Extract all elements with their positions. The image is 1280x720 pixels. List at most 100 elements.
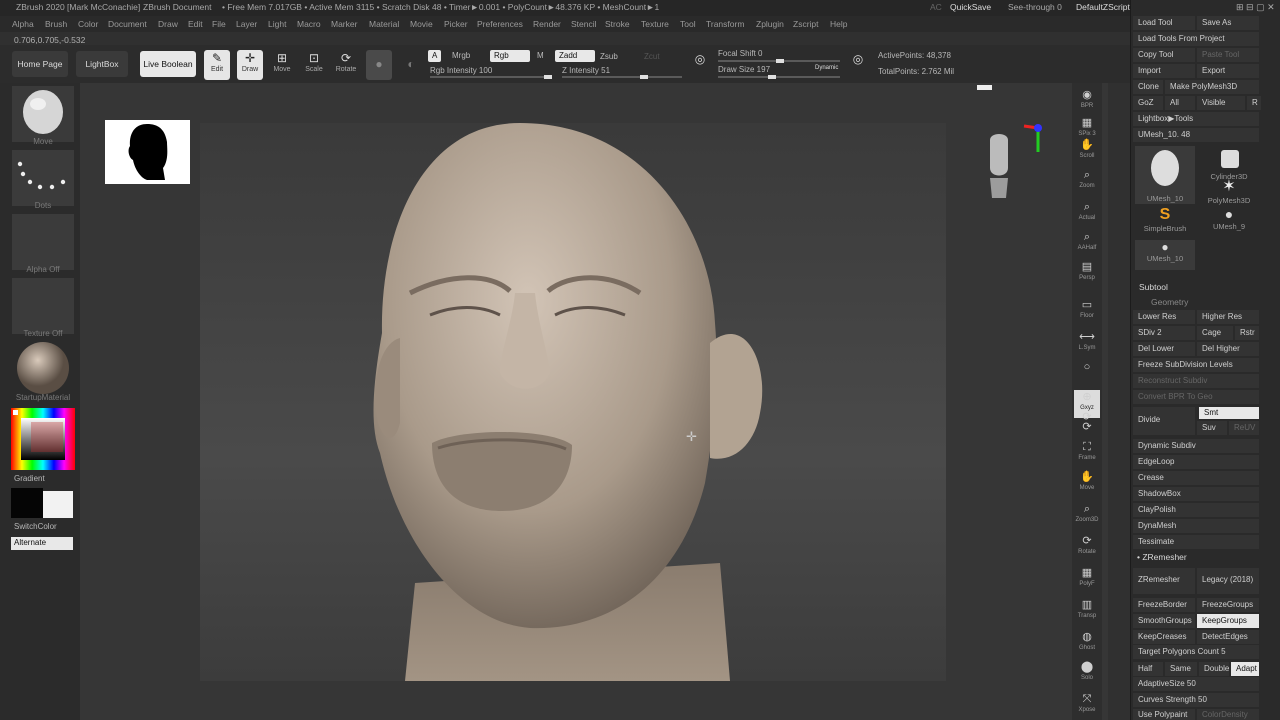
menu-material[interactable]: Material <box>369 19 399 29</box>
adaptive-size-slider[interactable]: AdaptiveSize 50 <box>1133 677 1259 691</box>
menu-render[interactable]: Render <box>533 19 561 29</box>
zadd-toggle[interactable]: Zadd <box>555 50 595 62</box>
quicksave-button[interactable]: QuickSave <box>950 2 991 12</box>
convert-bpr-button[interactable]: Convert BPR To Geo <box>1133 390 1259 404</box>
shelf-persp-button[interactable]: ▤ Persp <box>1074 260 1100 288</box>
draw-size-slider[interactable] <box>718 75 840 79</box>
zremesher-header[interactable]: • ZRemesher <box>1137 552 1187 562</box>
save-as-button[interactable]: Save As <box>1197 16 1259 30</box>
export-button[interactable]: Export <box>1197 64 1259 78</box>
subtool-header[interactable]: Subtool <box>1139 282 1168 292</box>
menu-brush[interactable]: Brush <box>45 19 67 29</box>
menu-alpha[interactable]: Alpha <box>12 19 34 29</box>
higher-res-button[interactable]: Higher Res <box>1197 310 1259 324</box>
legacy-button[interactable]: Legacy (2018) <box>1197 568 1259 594</box>
adapt-toggle[interactable]: Adapt <box>1231 662 1259 676</box>
slider-handle[interactable] <box>768 75 776 79</box>
menu-preferences[interactable]: Preferences <box>477 19 523 29</box>
menu-stroke[interactable]: Stroke <box>605 19 630 29</box>
keepcreases-toggle[interactable]: KeepCreases <box>1133 630 1195 644</box>
copy-tool-button[interactable]: Copy Tool <box>1133 48 1195 62</box>
all-button[interactable]: All <box>1165 96 1195 110</box>
double-button[interactable]: Double <box>1199 662 1229 676</box>
home-page-button[interactable]: Home Page <box>12 51 68 77</box>
tool-thumb-umesh10-small[interactable]: ● UMesh_10 <box>1135 240 1195 270</box>
edgeloop-section[interactable]: EdgeLoop <box>1133 455 1259 469</box>
menu-marker[interactable]: Marker <box>331 19 357 29</box>
orientation-gizmo[interactable] <box>978 118 1048 202</box>
import-button[interactable]: Import <box>1133 64 1195 78</box>
keepgroups-toggle[interactable]: KeepGroups <box>1197 614 1259 628</box>
slider-handle[interactable] <box>776 59 784 63</box>
a-toggle[interactable]: A <box>428 50 442 62</box>
clone-button[interactable]: Clone <box>1133 80 1163 94</box>
rgb-intensity-slider[interactable] <box>430 75 552 79</box>
menu-picker[interactable]: Picker <box>444 19 468 29</box>
draw-button[interactable]: ✛ Draw <box>237 50 263 80</box>
freeze-subdiv-button[interactable]: Freeze SubDivision Levels <box>1133 358 1259 372</box>
m-toggle[interactable]: M <box>533 50 548 62</box>
live-boolean-button[interactable]: Live Boolean <box>140 51 196 77</box>
crease-section[interactable]: Crease <box>1133 471 1259 485</box>
cage-button[interactable]: Cage <box>1197 326 1233 340</box>
shelf-aahalf-button[interactable]: ⌕ AAHalf <box>1074 230 1100 258</box>
tessimate-section[interactable]: Tessimate <box>1133 535 1259 549</box>
shelf-floor-button[interactable]: ▭ Floor <box>1074 298 1100 326</box>
menu-layer[interactable]: Layer <box>236 19 257 29</box>
reuv-button[interactable]: ReUV <box>1229 421 1259 435</box>
slider-handle[interactable] <box>544 75 552 79</box>
menu-help[interactable]: Help <box>830 19 847 29</box>
dynamesh-section[interactable]: DynaMesh <box>1133 519 1259 533</box>
target-polygons-slider[interactable]: Target Polygons Count 5 <box>1133 645 1259 659</box>
sdiv-slider[interactable]: SDiv 2 <box>1133 326 1195 340</box>
menu-tool[interactable]: Tool <box>680 19 696 29</box>
shelf-polyf-button[interactable]: ▦ PolyF <box>1074 566 1100 594</box>
menu-zscript[interactable]: Zscript <box>793 19 819 29</box>
reconstruct-subdiv-button[interactable]: Reconstruct Subdiv <box>1133 374 1259 388</box>
visible-button[interactable]: Visible <box>1197 96 1245 110</box>
focal-shift-slider[interactable] <box>718 59 840 63</box>
head-sculpt[interactable] <box>200 123 946 681</box>
lightbox-button[interactable]: LightBox <box>76 51 128 77</box>
shelf-zoom-button[interactable]: ⌕ Zoom <box>1074 168 1100 196</box>
geometry-header[interactable]: Geometry <box>1151 297 1188 307</box>
shelf-xpose-button[interactable]: ⤧ Xpose <box>1074 692 1100 720</box>
texture-selector[interactable] <box>12 278 74 334</box>
zremesher-button[interactable]: ZRemesher <box>1133 568 1195 594</box>
rstr-button[interactable]: Rstr <box>1235 326 1259 340</box>
menu-zplugin[interactable]: Zplugin <box>756 19 784 29</box>
goz-button[interactable]: GoZ <box>1133 96 1163 110</box>
suv-toggle[interactable]: Suv <box>1197 421 1227 435</box>
zcut-toggle[interactable]: Zcut <box>640 51 664 63</box>
menu-transform[interactable]: Transform <box>706 19 744 29</box>
paste-tool-button[interactable]: Paste Tool <box>1197 48 1259 62</box>
lightbox-tools-button[interactable]: Lightbox▶Tools <box>1133 112 1259 126</box>
focal-shift-curve-button[interactable]: ◎ <box>690 51 710 81</box>
silhouette-navigator[interactable] <box>105 120 190 184</box>
rgb-toggle[interactable]: Rgb <box>490 50 530 62</box>
scale-button[interactable]: ⊡ Scale <box>301 50 327 80</box>
make-polymesh-button[interactable]: Make PolyMesh3D <box>1165 80 1259 94</box>
shelf-toggle-9-button[interactable]: ○ <box>1074 360 1100 388</box>
shelf-move-button[interactable]: ✋ Move <box>1074 470 1100 498</box>
brush-selector[interactable] <box>12 86 74 142</box>
del-lower-button[interactable]: Del Lower <box>1133 342 1195 356</box>
slider-handle[interactable] <box>640 75 648 79</box>
material-selector[interactable] <box>12 342 74 398</box>
color-picker[interactable] <box>11 408 75 470</box>
shelf-frame-button[interactable]: ⛶ Frame <box>1074 440 1100 468</box>
menu-macro[interactable]: Macro <box>297 19 321 29</box>
color-density-slider[interactable]: ColorDensity <box>1197 709 1259 720</box>
smoothgroups-slider[interactable]: SmoothGroups <box>1133 614 1195 628</box>
alternate-button[interactable]: Alternate <box>11 537 73 550</box>
tool-thumb-umesh9[interactable]: ● UMesh_9 <box>1199 206 1259 246</box>
stroke-selector[interactable] <box>12 150 74 206</box>
shelf-ghost-button[interactable]: ◍ Ghost <box>1074 630 1100 658</box>
detectedges-toggle[interactable]: DetectEdges <box>1197 630 1259 644</box>
use-polypaint-toggle[interactable]: Use Polypaint <box>1133 709 1195 720</box>
shelf-solo-button[interactable]: ⬤ Solo <box>1074 660 1100 688</box>
z-intensity-slider[interactable] <box>562 75 682 79</box>
menu-color[interactable]: Color <box>78 19 98 29</box>
curves-strength-slider[interactable]: Curves Strength 50 <box>1133 693 1259 707</box>
menu-stencil[interactable]: Stencil <box>571 19 597 29</box>
